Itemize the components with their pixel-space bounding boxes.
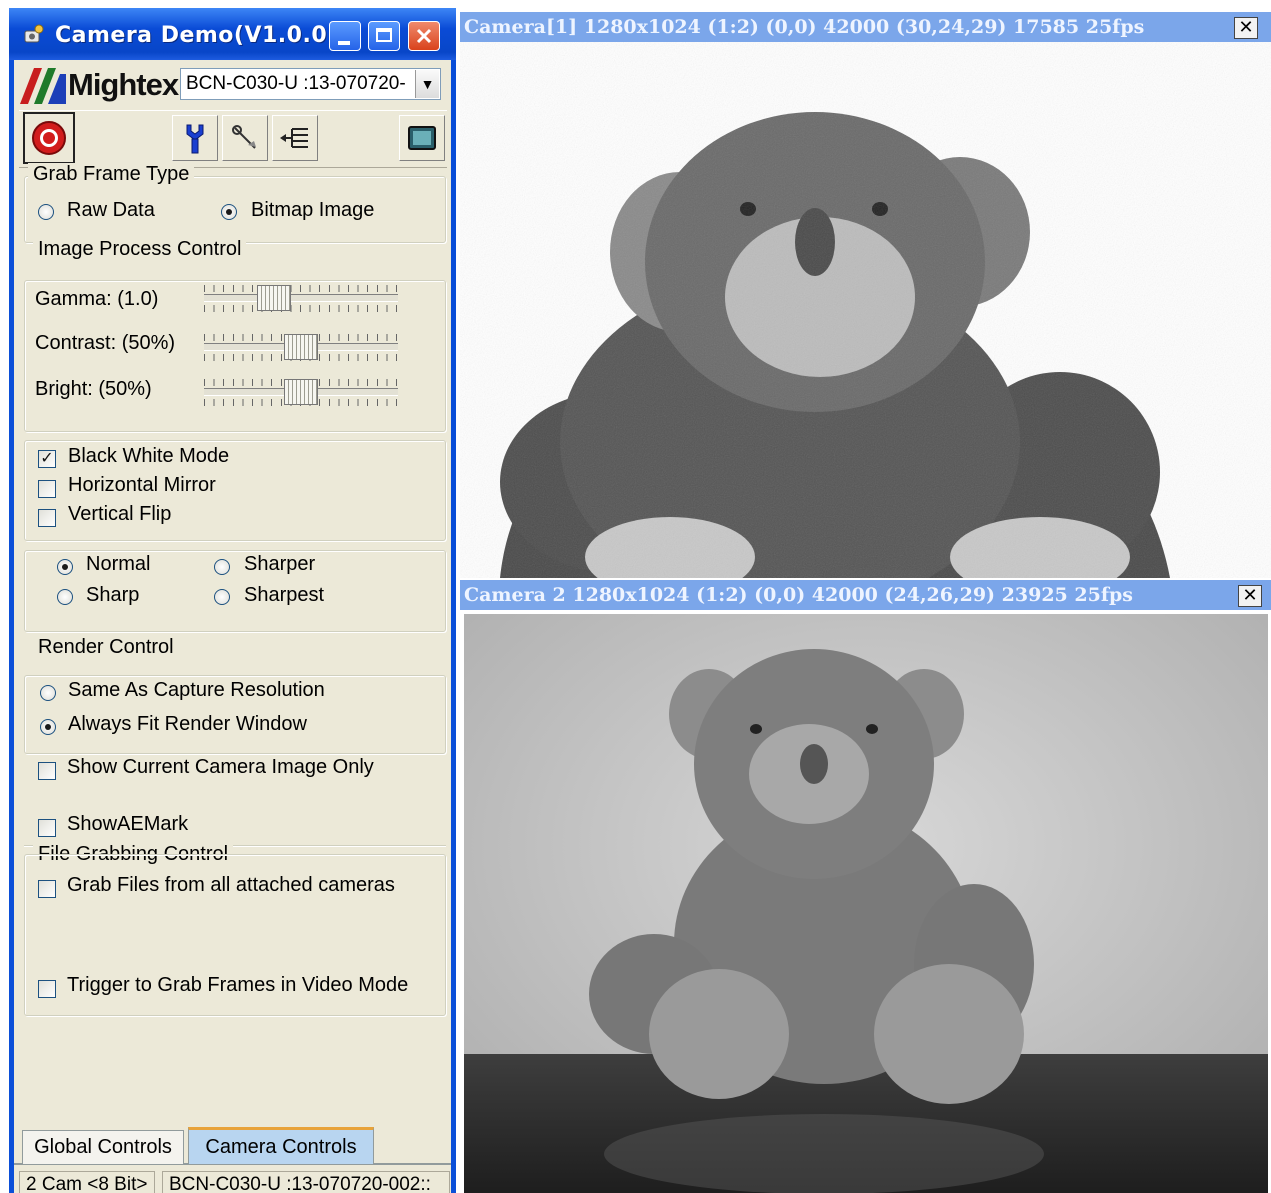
status-device: BCN-C030-U :13-070720-002::: [162, 1171, 450, 1193]
sharpest-radio[interactable]: [214, 589, 230, 605]
contrast-slider-thumb[interactable]: [284, 334, 318, 360]
control-panel: Mightex BCN-C030-U :13-070720- ▼ Grab Fr…: [14, 60, 451, 1193]
current-camera-only-checkbox[interactable]: [38, 762, 56, 780]
grab-frame-title: Grab Frame Type: [28, 163, 195, 186]
raw-data-label[interactable]: Raw Data: [67, 199, 155, 222]
properties-icon: [186, 124, 204, 154]
maximize-icon: [376, 28, 392, 42]
contrast-label: Contrast: (50%): [35, 332, 176, 354]
record-icon: [32, 121, 66, 155]
image-process-title: Image Process Control: [33, 238, 247, 261]
close-icon: [416, 28, 432, 44]
properties-button[interactable]: [172, 115, 218, 161]
brand-name: Mightex: [68, 67, 179, 102]
device-select-value: BCN-C030-U :13-070720-: [186, 73, 406, 94]
sharper-label[interactable]: Sharper: [244, 553, 315, 576]
same-resolution-label[interactable]: Same As Capture Resolution: [68, 679, 325, 702]
same-resolution-radio[interactable]: [40, 685, 56, 701]
chevron-down-icon[interactable]: ▼: [415, 70, 439, 98]
camera-2-title[interactable]: Camera 2 1280x1024 (1:2) (0,0) 42000 (24…: [460, 580, 1271, 610]
horizontal-mirror-checkbox[interactable]: [38, 480, 56, 498]
camera-2-image: [464, 614, 1268, 1193]
camera-demo-window: Camera Demo(V1.0.0) Mightex BCN-C030-U :…: [9, 8, 456, 1193]
camera-1-title[interactable]: Camera[1] 1280x1024 (1:2) (0,0) 42000 (3…: [460, 12, 1271, 42]
normal-radio[interactable]: [57, 559, 73, 575]
current-camera-only-label[interactable]: Show Current Camera Image Only: [67, 756, 374, 779]
bright-slider[interactable]: [204, 378, 398, 412]
toolbar: [19, 110, 447, 168]
tools-icon: [232, 125, 256, 149]
window-title: Camera Demo(V1.0.0): [55, 23, 338, 48]
bright-slider-thumb[interactable]: [284, 379, 318, 405]
bright-label: Bright: (50%): [35, 378, 152, 400]
trigger-grab-checkbox[interactable]: [38, 980, 56, 998]
minimize-icon: [338, 41, 350, 45]
gamma-label: Gamma: (1.0): [35, 288, 159, 310]
bitmap-image-label[interactable]: Bitmap Image: [251, 199, 374, 222]
horizontal-mirror-label[interactable]: Horizontal Mirror: [68, 474, 216, 497]
tree-button[interactable]: [272, 115, 318, 161]
gamma-slider-thumb[interactable]: [256, 285, 291, 311]
contrast-slider[interactable]: [204, 333, 398, 367]
ae-mark-label[interactable]: ShowAEMark: [67, 813, 188, 836]
grab-all-cameras-label[interactable]: Grab Files from all attached cameras: [67, 874, 395, 897]
vertical-flip-label[interactable]: Vertical Flip: [68, 503, 171, 526]
record-button[interactable]: [23, 112, 75, 164]
maximize-button[interactable]: [368, 21, 400, 51]
ae-mark-checkbox[interactable]: [38, 819, 56, 837]
sharp-radio[interactable]: [57, 589, 73, 605]
camera-1-image: [460, 42, 1271, 578]
title-bar[interactable]: Camera Demo(V1.0.0): [9, 8, 456, 60]
minimize-button[interactable]: [329, 21, 361, 51]
trigger-grab-label[interactable]: Trigger to Grab Frames in Video Mode: [67, 974, 408, 997]
tab-camera-controls[interactable]: Camera Controls: [188, 1127, 374, 1164]
raw-data-radio[interactable]: [38, 204, 54, 220]
brand-logo: Mightex: [18, 64, 179, 106]
app-icon: [24, 24, 44, 43]
camera-2-window: Camera 2 1280x1024 (1:2) (0,0) 42000 (24…: [460, 580, 1271, 1193]
device-select[interactable]: BCN-C030-U :13-070720- ▼: [180, 68, 441, 100]
vertical-flip-checkbox[interactable]: [38, 509, 56, 527]
fit-window-label[interactable]: Always Fit Render Window: [68, 713, 307, 736]
camera-2-close-icon[interactable]: ✕: [1238, 585, 1262, 607]
gamma-slider[interactable]: [204, 284, 398, 318]
black-white-checkbox[interactable]: ✓: [38, 450, 56, 468]
status-bar: 2 Cam <8 Bit> BCN-C030-U :13-070720-002:…: [14, 1167, 451, 1193]
fit-window-radio[interactable]: [40, 719, 56, 735]
bitmap-image-radio[interactable]: [221, 204, 237, 220]
tools-button[interactable]: [222, 115, 268, 161]
logo-mark-icon: [20, 68, 66, 104]
black-white-label[interactable]: Black White Mode: [68, 445, 229, 468]
sharper-radio[interactable]: [214, 559, 230, 575]
render-control-title: Render Control: [33, 636, 179, 659]
grab-all-cameras-checkbox[interactable]: [38, 880, 56, 898]
tab-global-controls[interactable]: Global Controls: [22, 1130, 184, 1164]
normal-label[interactable]: Normal: [86, 553, 150, 576]
camera-1-close-icon[interactable]: ✕: [1234, 17, 1258, 39]
sharp-label[interactable]: Sharp: [86, 584, 139, 607]
display-icon: [408, 126, 436, 150]
camera-1-window: Camera[1] 1280x1024 (1:2) (0,0) 42000 (3…: [460, 12, 1271, 578]
sharpest-label[interactable]: Sharpest: [244, 584, 324, 607]
close-button[interactable]: [408, 21, 440, 51]
status-camera-count: 2 Cam <8 Bit>: [19, 1171, 155, 1193]
tree-icon: [280, 128, 308, 148]
display-button[interactable]: [399, 115, 445, 161]
